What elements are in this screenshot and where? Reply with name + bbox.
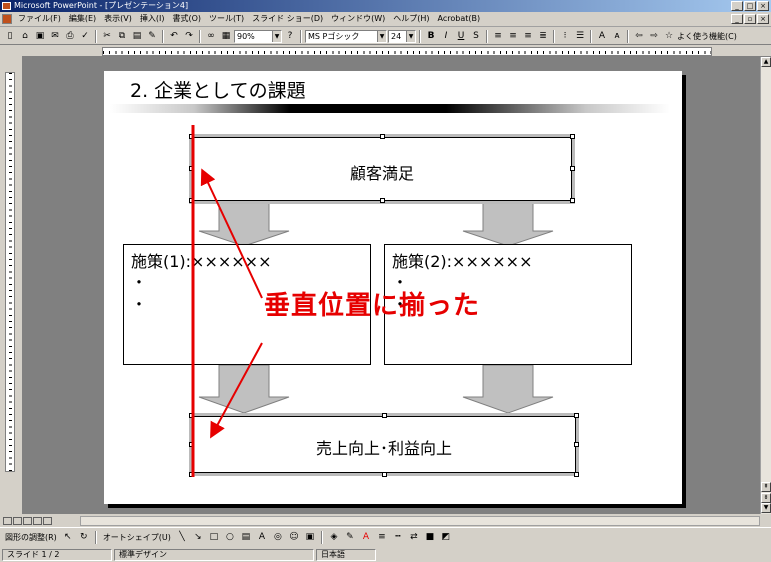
outline-view-icon[interactable] — [13, 516, 22, 525]
annotation-arrow-down — [210, 342, 263, 439]
wordart-icon[interactable]: A — [255, 530, 269, 544]
oval-icon[interactable]: ○ — [223, 530, 237, 544]
line-icon[interactable]: ╲ — [175, 530, 189, 544]
horizontal-scrollbar[interactable] — [80, 516, 760, 526]
fill-color-icon[interactable]: ◈ — [327, 530, 341, 544]
normal-view-icon[interactable] — [3, 516, 12, 525]
alignment-annotation — [191, 125, 263, 477]
language-indicator: 日本語 — [316, 548, 376, 561]
3d-style-icon[interactable]: ◩ — [439, 530, 453, 544]
sorter-view-icon[interactable] — [33, 516, 42, 525]
design-name: 標準デザイン — [114, 548, 314, 561]
slide-view-icon[interactable] — [23, 516, 32, 525]
arrow-style-icon[interactable]: ⇄ — [407, 530, 421, 544]
rectangle-icon[interactable]: □ — [207, 530, 221, 544]
autoshape-menu[interactable]: オートシェイプ(U) — [101, 532, 173, 543]
shadow-style-icon[interactable]: ■ — [423, 530, 437, 544]
rotate-icon[interactable]: ↻ — [77, 530, 91, 544]
clipart-icon[interactable]: ☺ — [287, 530, 301, 544]
font-color-icon[interactable]: A — [359, 530, 373, 544]
picture-icon[interactable]: ▣ — [303, 530, 317, 544]
arrow-icon[interactable]: ↘ — [191, 530, 205, 544]
line-color-icon[interactable]: ✎ — [343, 530, 357, 544]
slideshow-view-icon[interactable] — [43, 516, 52, 525]
slide-counter: スライド 1 / 2 — [2, 548, 112, 561]
annotation-text: 垂直位置に揃った — [264, 291, 481, 321]
line-style-icon[interactable]: ≡ — [375, 530, 389, 544]
diagram-icon[interactable]: ◎ — [271, 530, 285, 544]
drawing-toolbar: 図形の調整(R) ↖ ↻ オートシェイプ(U) ╲ ↘ □ ○ ▤ A ◎ ☺ … — [0, 527, 771, 546]
dash-style-icon[interactable]: ┅ — [391, 530, 405, 544]
annotation-arrow-up — [200, 168, 263, 299]
textbox-icon[interactable]: ▤ — [239, 530, 253, 544]
status-bar: スライド 1 / 2 標準デザイン 日本語 — [0, 547, 771, 562]
adjust-menu[interactable]: 図形の調整(R) — [3, 532, 59, 543]
select-pointer-icon[interactable]: ↖ — [61, 530, 75, 544]
